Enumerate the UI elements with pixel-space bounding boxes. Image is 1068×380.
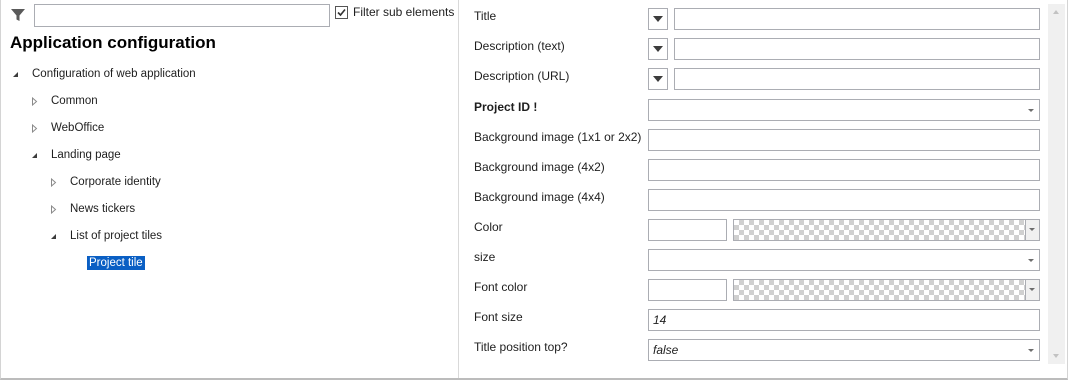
property-text-field[interactable]: 14 [648,309,1040,331]
tree-item-label: Common [51,95,98,107]
chevron-down-icon[interactable] [1028,259,1034,262]
tree-item[interactable]: Corporate identity [49,173,163,191]
property-text-field[interactable] [674,38,1040,60]
tree-collapsed-icon[interactable] [49,177,58,187]
tree-collapsed-icon[interactable] [30,96,39,106]
property-label: Background image (1x1 or 2x2) [474,130,642,144]
color-value-field[interactable] [648,279,727,301]
property-label: Background image (4x2) [474,160,605,174]
tree-item-label: Configuration of web application [32,68,196,80]
property-label: Color [474,220,503,234]
tree-item[interactable]: Common [30,92,100,110]
tree-item[interactable]: WebOffice [30,119,106,137]
chevron-down-icon[interactable] [1028,109,1034,112]
chevron-down-icon[interactable] [1028,349,1034,352]
tree-item[interactable]: List of project tiles [49,227,164,245]
chevron-down-icon [653,76,663,82]
property-label: Title position top? [474,340,568,354]
chevron-down-icon [653,16,663,22]
chevron-down-icon [653,46,663,52]
property-text-field[interactable] [674,68,1040,90]
value-mode-dropdown-button[interactable] [648,8,668,30]
color-picker-dropdown-button[interactable] [1025,220,1039,240]
property-grid: Title Description (text) Description (URL)… [460,0,1046,378]
tree-item-label: News tickers [70,203,136,215]
value-mode-dropdown-button[interactable] [648,38,668,60]
tree-item[interactable]: Configuration of web application [11,65,198,83]
property-label: Project ID ! [474,100,538,114]
property-text-field[interactable] [648,189,1040,211]
tree-expanded-icon[interactable] [30,151,39,160]
scroll-up-icon[interactable] [1053,10,1059,14]
property-label: Description (text) [474,39,565,53]
property-label: Description (URL) [474,69,570,83]
property-label: Background image (4x4) [474,190,605,204]
vertical-scrollbar[interactable] [1048,4,1065,364]
tree-expanded-icon[interactable] [49,232,58,241]
property-text-field[interactable] [648,159,1040,181]
filter-sub-elements-checkbox[interactable] [335,6,348,19]
tree-collapsed-icon[interactable] [49,204,58,214]
tree-expanded-icon[interactable] [11,70,20,79]
filter-icon[interactable] [10,7,26,23]
color-picker-dropdown-button[interactable] [1025,280,1039,300]
tree-item[interactable]: Project tile [87,254,145,272]
tree-item-label-selected: Project tile [87,256,145,270]
chevron-down-icon [1029,228,1035,231]
tree-item-label: List of project tiles [70,230,163,242]
tree-item-label: Landing page [51,149,121,161]
value-mode-dropdown-button[interactable] [648,68,668,90]
color-value-field[interactable] [648,219,727,241]
color-picker-swatch[interactable] [733,279,1040,301]
filter-input[interactable] [34,4,330,27]
configuration-tree-pane: Filter sub elements Application configur… [1,0,459,378]
app-window: Filter sub elements Application configur… [0,0,1068,380]
scroll-down-icon[interactable] [1053,354,1059,358]
property-label: Font color [474,280,528,294]
chevron-down-icon [1029,288,1035,291]
property-label: size [474,250,496,264]
property-text-field[interactable] [674,8,1040,30]
property-label: Font size [474,310,523,324]
property-label: Title [474,9,497,23]
tree-item-label: WebOffice [51,122,105,134]
property-combo-box[interactable] [648,249,1040,271]
tree-item-label: Corporate identity [70,176,161,188]
tree-collapsed-icon[interactable] [30,123,39,133]
property-combo-box[interactable]: false [648,339,1040,361]
combo-value: false [653,343,679,357]
color-picker-swatch[interactable] [733,219,1040,241]
filter-sub-elements-label: Filter sub elements [353,5,455,19]
property-text-field[interactable] [648,129,1040,151]
page-title: Application configuration [10,33,216,52]
tree-item[interactable]: News tickers [49,200,137,218]
tree-item[interactable]: Landing page [30,146,123,164]
property-combo-box[interactable] [648,99,1040,121]
